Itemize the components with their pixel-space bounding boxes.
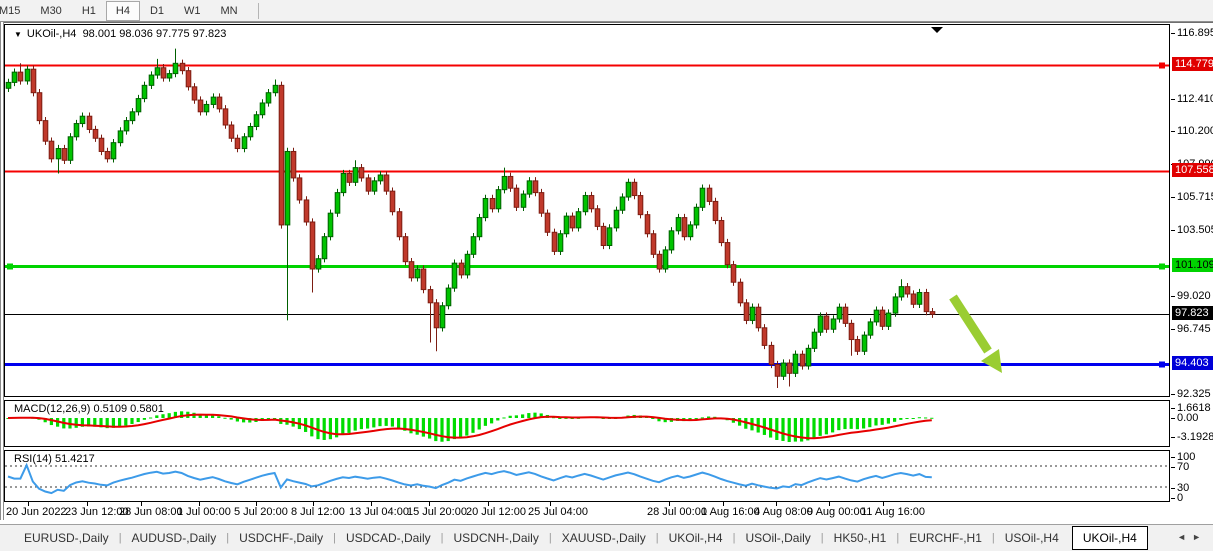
price-axis-tick [1171,230,1175,231]
chart-shift-marker-icon[interactable] [931,27,943,33]
timeframe-button-d1[interactable]: D1 [140,1,174,21]
time-axis-label: 5 Jul 20:00 [234,506,288,518]
macd-indicator [5,401,1169,446]
window-frame-top [0,22,1213,23]
time-axis-label: 11 Aug 16:00 [861,506,925,518]
timeframe-toolbar: M15M30H1H4D1W1MN [0,0,1213,22]
macd-signal-line [8,415,932,439]
quote-ohlc: 98.001 98.036 97.775 97.823 [83,28,227,40]
timeframe-button-m15[interactable]: M15 [0,1,30,21]
tab-scroll-arrows[interactable]: ◄► [1177,532,1207,542]
time-axis-label: 28 Jul 00:00 [647,506,707,518]
chart-symbol-and-quote: UKOil-,H4 98.001 98.036 97.775 97.823 [27,28,226,40]
tab-usdchf-daily[interactable]: USDCHF-,Daily [229,527,333,549]
tab-usdcad-daily[interactable]: USDCAD-,Daily [336,527,441,549]
macd-axis-label: -3.1928 [1177,431,1213,443]
tab-ukoil-h4[interactable]: UKOil-,H4 [659,527,733,549]
macd-axis-tick [1171,418,1175,419]
price-axis-label: 105.715 [1177,191,1213,203]
price-axis-label: 92.325 [1177,388,1211,400]
rsi-axis-tick [1171,498,1175,499]
macd-axis-label: 0.00 [1177,412,1198,424]
time-axis-label: 1 Aug 16:00 [701,506,760,518]
macd-axis-tick [1171,437,1175,438]
chart-dropdown-icon[interactable]: ▼ [14,30,22,39]
time-axis-label: 15 Jul 20:00 [407,506,467,518]
time-axis-label: 13 Jul 04:00 [349,506,409,518]
price-badge-97823: 97.823 [1172,306,1213,320]
support-line-101109-handle[interactable] [7,264,13,270]
time-axis-label: 20 Jun 2022 [6,506,67,518]
timeframe-button-h4[interactable]: H4 [106,1,140,21]
price-axis-tick [1171,197,1175,198]
price-axis-label: 99.020 [1177,290,1211,302]
main-chart-panel: ▼ UKOil-,H4 98.001 98.036 97.775 97.823 [4,24,1170,397]
rsi-panel: RSI(14) 51.4217 [4,450,1170,502]
tab-usoil-daily[interactable]: USOil-,Daily [735,527,820,549]
tab-eurchf-h1[interactable]: EURCHF-,H1 [899,527,992,549]
chart-title: ▼ UKOil-,H4 98.001 98.036 97.775 97.823 [14,28,226,40]
rsi-line [8,465,932,493]
time-axis-label: 9 Aug 00:00 [807,506,866,518]
support-line-101109-handle[interactable] [1159,264,1165,270]
price-axis-tick [1171,329,1175,330]
timeframe-button-m30[interactable]: M30 [30,1,71,21]
rsi-label: RSI(14) 51.4217 [14,453,95,465]
price-axis-tick [1171,33,1175,34]
tab-usoil-h4[interactable]: USOil-,H4 [995,527,1069,549]
price-axis-label: 110.200 [1177,125,1213,137]
support-line-94403-handle[interactable] [1159,362,1165,368]
time-axis-label: 1 Jul 00:00 [177,506,231,518]
resistance-line-114779-handle[interactable] [1159,63,1165,69]
rsi-indicator [5,451,1169,501]
tab-ukoil-h4[interactable]: UKOil-,H4 [1072,526,1148,550]
tab-hk50-h1[interactable]: HK50-,H1 [824,527,897,549]
macd-panel: MACD(12,26,9) 0.5109 0.5801 [4,400,1170,447]
symbol-tabs: EURUSD-,Daily|AUDUSD-,Daily|USDCHF-,Dail… [14,526,1148,550]
price-badge-94403: 94.403 [1172,356,1213,370]
candlestick-chart [5,25,1169,396]
price-axis-tick [1171,131,1175,132]
price-axis-label: 103.505 [1177,224,1213,236]
candlestick-series [6,49,935,388]
price-axis-tick [1171,394,1175,395]
price-axis-label: 96.745 [1177,323,1211,335]
rsi-axis-tick [1171,457,1175,458]
timeframe-buttons: M15M30H1H4D1W1MN [0,1,248,21]
time-axis-label: 20 Jul 12:00 [466,506,526,518]
price-axis-label: 112.410 [1177,93,1213,105]
price-badge-107558: 107.558 [1172,163,1213,177]
rsi-axis-tick [1171,467,1175,468]
rsi-axis-label: 0 [1177,492,1183,504]
timeframe-button-w1[interactable]: W1 [174,1,211,21]
price-axis[interactable]: 116.895112.410110.200107.990105.715103.5… [1171,23,1213,520]
time-axis[interactable]: 20 Jun 202223 Jun 12:0028 Jun 08:001 Jul… [4,503,1171,521]
tab-usdcnh-daily[interactable]: USDCNH-,Daily [444,527,549,549]
symbol-tab-bar: EURUSD-,Daily|AUDUSD-,Daily|USDCHF-,Dail… [0,524,1213,551]
rsi-axis-tick [1171,488,1175,489]
price-badge-114779: 114.779 [1172,57,1213,71]
trend-arrow-annotation[interactable] [953,297,1002,373]
time-axis-label: 28 Jun 08:00 [119,506,183,518]
horizontal-lines[interactable] [5,63,1169,368]
rsi-axis-label: 70 [1177,461,1189,473]
price-axis-tick [1171,99,1175,100]
price-axis-tick [1171,296,1175,297]
time-axis-label: 8 Jul 12:00 [291,506,345,518]
timeframe-button-mn[interactable]: MN [211,1,248,21]
price-axis-label: 116.895 [1177,27,1213,39]
macd-axis-tick [1171,408,1175,409]
time-axis-label: 25 Jul 04:00 [528,506,588,518]
price-badge-101109: 101.109 [1172,258,1213,272]
toolbar-separator [258,3,259,19]
tab-xauusd-daily[interactable]: XAUUSD-,Daily [552,527,656,549]
macd-label: MACD(12,26,9) 0.5109 0.5801 [14,403,164,415]
tab-scroll-left-icon[interactable]: ◄ [1177,532,1192,542]
tab-eurusd-daily[interactable]: EURUSD-,Daily [14,527,119,549]
time-axis-label: 4 Aug 08:00 [754,506,813,518]
tab-scroll-right-icon[interactable]: ► [1192,532,1207,542]
tab-audusd-daily[interactable]: AUDUSD-,Daily [122,527,227,549]
timeframe-button-h1[interactable]: H1 [72,1,106,21]
